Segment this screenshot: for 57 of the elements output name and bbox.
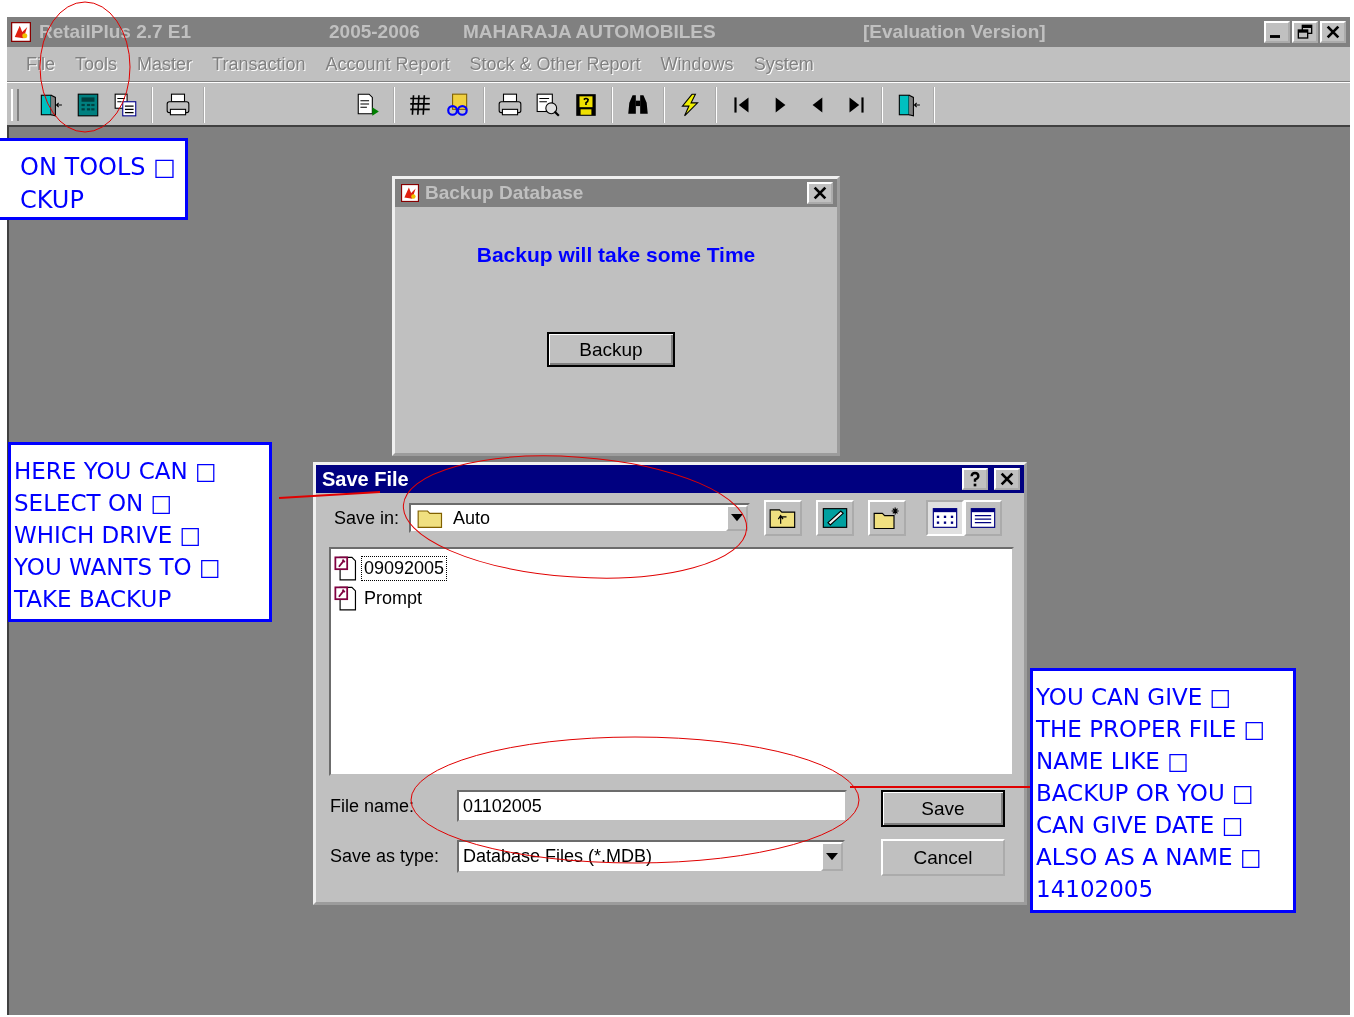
desktop-button[interactable] [816,500,855,536]
dialog-title: Save File [322,467,409,491]
grid-icon[interactable] [407,92,433,118]
save-in-label: Save in: [334,507,400,529]
printer-icon[interactable] [165,92,191,118]
printer-icon[interactable] [497,92,523,118]
restore-icon [1297,24,1313,40]
restore-button[interactable] [1292,21,1318,43]
dropdown-arrow-button[interactable] [726,505,749,531]
file-name-field[interactable]: 01102005 [457,790,847,822]
toolbar-grip[interactable] [11,89,19,121]
minimize-button[interactable] [1264,21,1290,43]
save-in-dropdown[interactable]: Auto [409,503,751,533]
details-view-button[interactable] [964,500,1003,536]
database-file-icon [333,585,359,611]
window-title: MAHARAJA AUTOMOBILES [463,21,717,43]
close-button[interactable] [994,468,1020,490]
list-view-icon [931,506,960,530]
document-run-icon[interactable] [355,92,381,118]
file-name-item[interactable]: Prompt [361,585,426,611]
save-button[interactable]: Save [881,790,1005,827]
database-file-icon [333,555,359,581]
annotation-callout: ON TOOLS □ CKUP [0,138,188,220]
dropdown-arrow-button[interactable] [821,842,843,871]
calculator-icon[interactable] [75,92,101,118]
app-logo-icon [11,22,31,42]
up-folder-button[interactable] [764,500,803,536]
new-folder-icon [873,506,902,530]
file-name-item[interactable]: 09092005 [361,555,448,581]
backup-button[interactable]: Backup [547,332,675,367]
app-logo-icon [401,184,419,202]
dialog-title: Backup Database [425,182,584,204]
window-title: [Evaluation Version] [863,21,1046,43]
close-icon [999,471,1015,487]
list-view-button[interactable] [926,500,965,536]
cancel-button[interactable]: Cancel [881,839,1005,876]
copy-documents-icon[interactable] [113,92,139,118]
new-folder-button[interactable] [868,500,907,536]
details-view-icon [969,506,998,530]
save-as-type-label: Save as type: [330,846,441,867]
window-title: 2005-2006 [329,21,421,43]
print-preview-icon[interactable] [535,92,561,118]
dropdown-arrow-icon [826,852,838,861]
glasses-document-icon[interactable] [445,92,471,118]
file-name-label: File name: [330,795,416,817]
close-button[interactable] [807,182,833,204]
close-icon [1325,24,1341,40]
annotation-callout: HERE YOU CAN □ SELECT ON □ WHICH DRIVE □ YOU WANTS TO □ TAKE BACKUP [8,442,272,622]
minimize-icon [1270,35,1280,38]
help-button[interactable] [962,468,988,490]
backup-message: Backup will take some Time [476,243,756,267]
folder-up-icon [769,506,798,530]
dropdown-arrow-icon [731,514,744,522]
annotation-callout: YOU CAN GIVE □ THE PROPER FILE □ NAME LIKE □ BACKUP OR YOU □ CAN GIVE DATE □ ALSO AS A NAME □ 14102005 [1030,668,1296,913]
close-button[interactable] [1320,21,1346,43]
close-icon [812,185,828,201]
desktop-icon [821,506,850,530]
